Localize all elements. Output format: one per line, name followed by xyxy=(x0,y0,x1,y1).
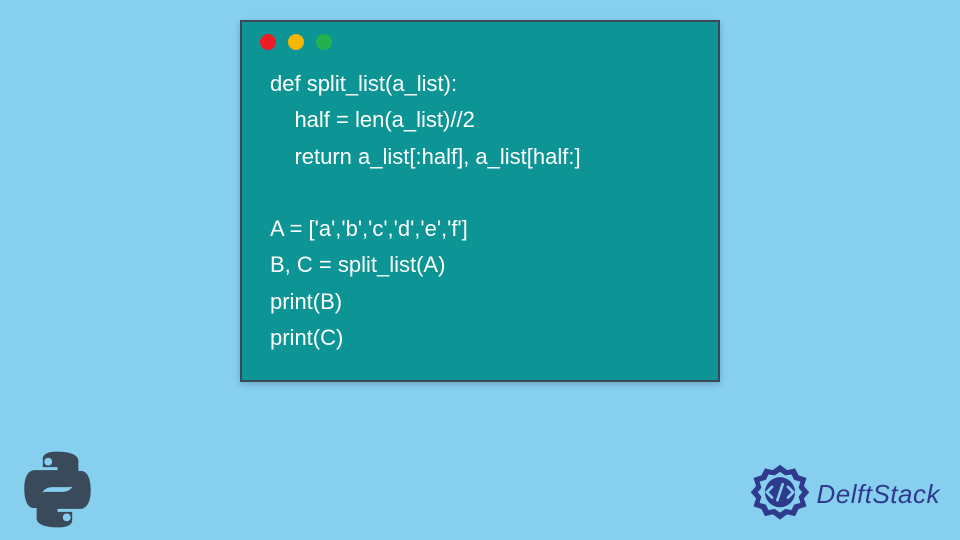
minimize-icon xyxy=(288,34,304,50)
python-logo-icon xyxy=(15,447,100,532)
window-titlebar xyxy=(242,22,718,62)
brand-name: DelftStack xyxy=(817,479,941,510)
code-content: def split_list(a_list): half = len(a_lis… xyxy=(242,62,718,380)
delftstack-logo-icon xyxy=(749,463,811,525)
close-icon xyxy=(260,34,276,50)
delftstack-brand: DelftStack xyxy=(749,463,941,525)
code-window: def split_list(a_list): half = len(a_lis… xyxy=(240,20,720,382)
maximize-icon xyxy=(316,34,332,50)
